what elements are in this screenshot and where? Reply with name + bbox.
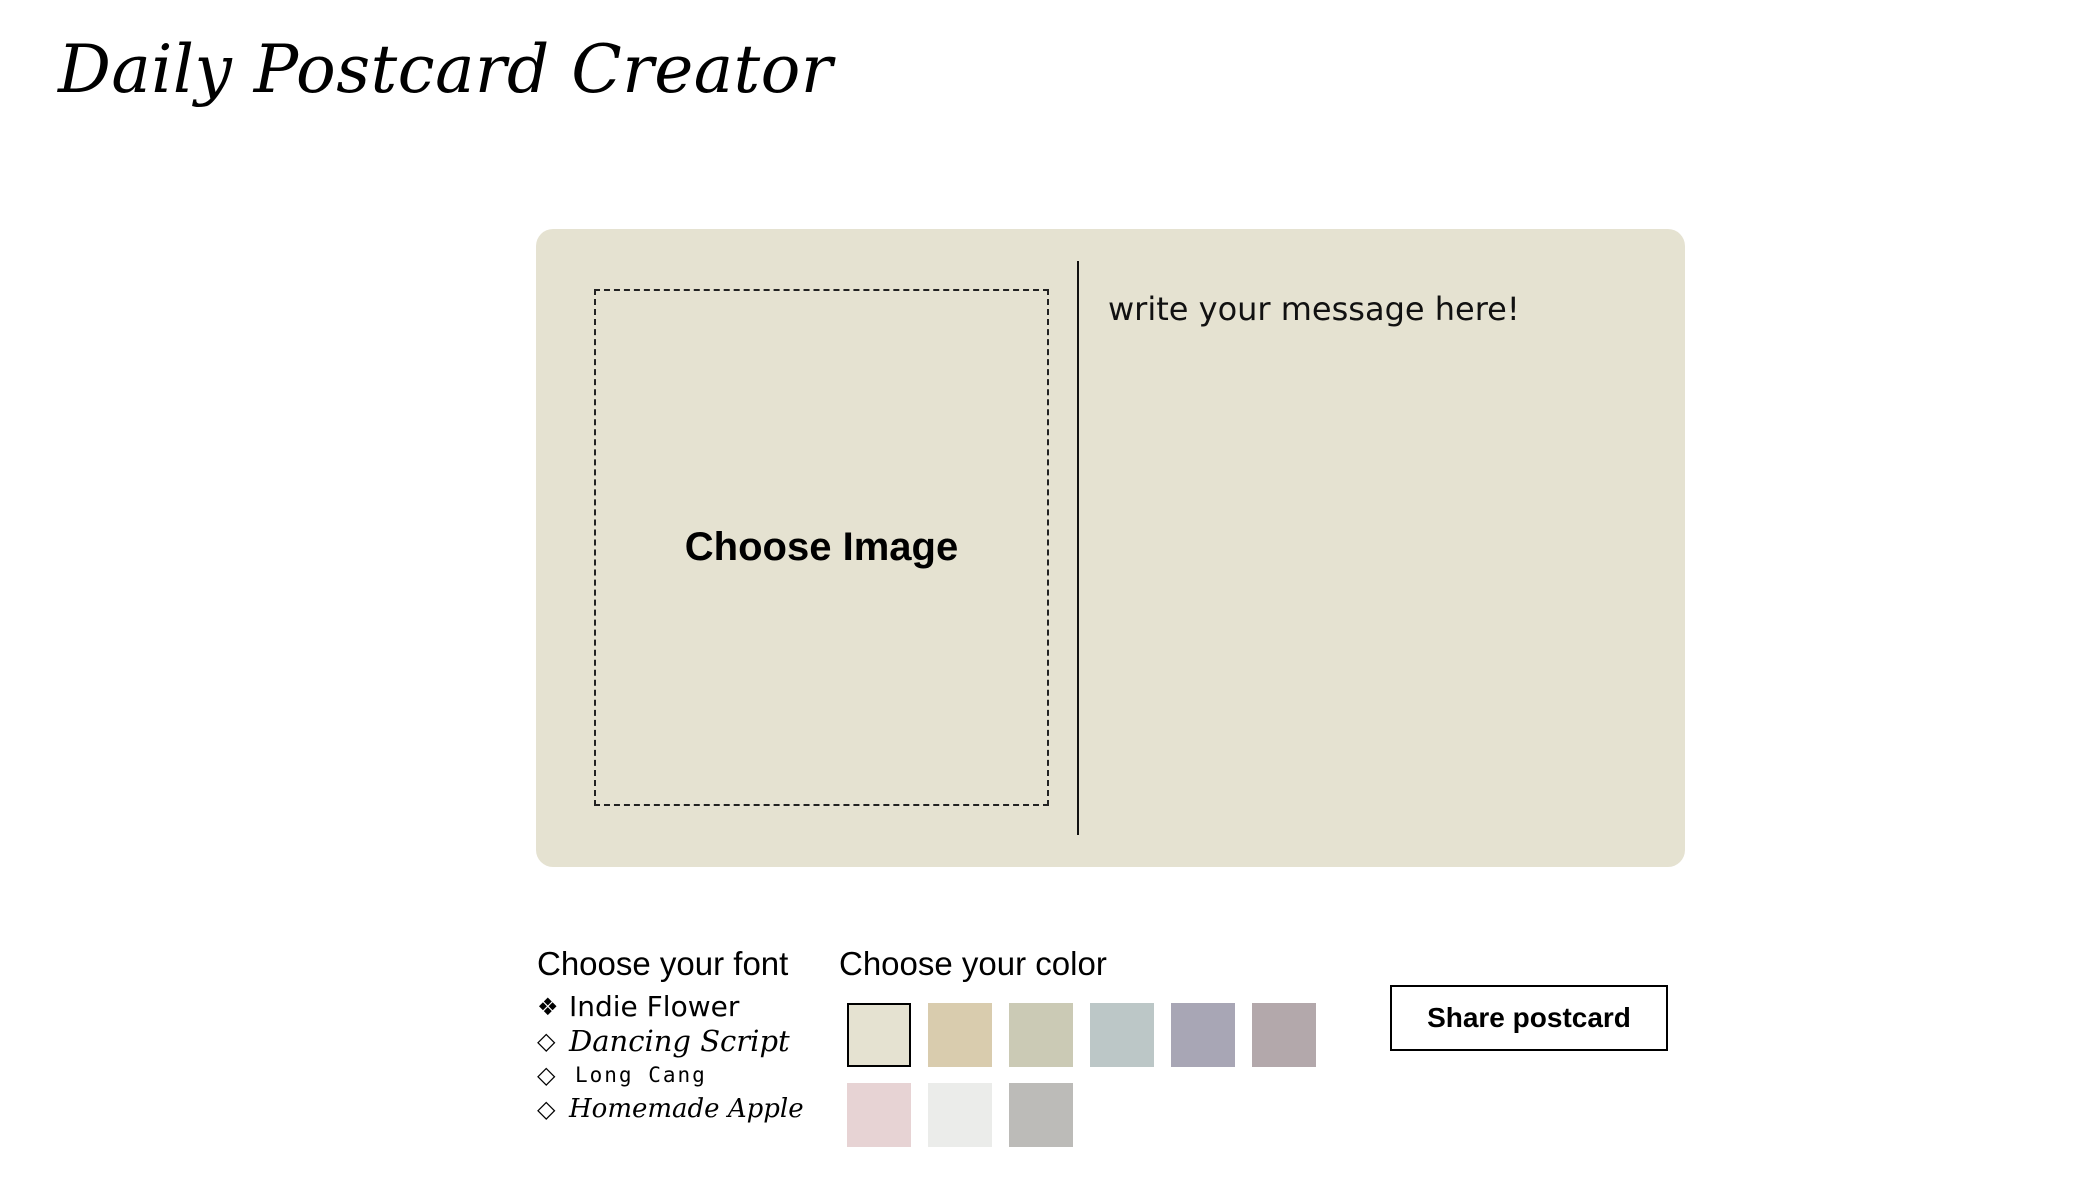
color-section-label: Choose your color	[839, 945, 1107, 982]
font-option-dancing-script[interactable]: ◇ Dancing Script	[537, 1024, 804, 1058]
color-swatch[interactable]	[1171, 1003, 1235, 1067]
color-swatch[interactable]	[1252, 1003, 1316, 1067]
font-options: ❖ Indie Flower ◇ Dancing Script ◇ Long C…	[537, 990, 804, 1126]
color-swatch[interactable]	[928, 1083, 992, 1147]
radio-selected-icon[interactable]: ❖	[537, 990, 561, 1024]
font-section-label: Choose your font	[537, 945, 789, 982]
font-option-label: Dancing Script	[569, 1024, 790, 1058]
font-option-label: Homemade Apple	[569, 1094, 804, 1124]
font-option-homemade-apple[interactable]: ◇ Homemade Apple	[537, 1092, 804, 1126]
message-input[interactable]	[1108, 287, 1648, 827]
choose-image-button[interactable]: Choose Image	[594, 289, 1049, 806]
color-swatch[interactable]	[1090, 1003, 1154, 1067]
postcard-divider	[1077, 261, 1079, 835]
color-swatch[interactable]	[1009, 1083, 1073, 1147]
radio-unselected-icon[interactable]: ◇	[537, 1024, 561, 1058]
share-postcard-button[interactable]: Share postcard	[1390, 985, 1668, 1051]
font-option-label: Indie Flower	[569, 990, 740, 1023]
choose-image-label: Choose Image	[684, 525, 959, 569]
radio-unselected-icon[interactable]: ◇	[537, 1058, 561, 1092]
color-swatch[interactable]	[1009, 1003, 1073, 1067]
font-option-indie-flower[interactable]: ❖ Indie Flower	[537, 990, 804, 1024]
font-option-long-cang[interactable]: ◇ Long Cang	[537, 1058, 804, 1092]
color-swatch[interactable]	[928, 1003, 992, 1067]
font-option-label: Long Cang	[575, 1063, 707, 1087]
color-swatch[interactable]	[847, 1083, 911, 1147]
color-swatches	[847, 1003, 1337, 1147]
postcard: Choose Image	[536, 229, 1685, 867]
page-title: Daily Postcard Creator	[58, 31, 833, 108]
color-swatch[interactable]	[847, 1003, 911, 1067]
radio-unselected-icon[interactable]: ◇	[537, 1092, 561, 1126]
